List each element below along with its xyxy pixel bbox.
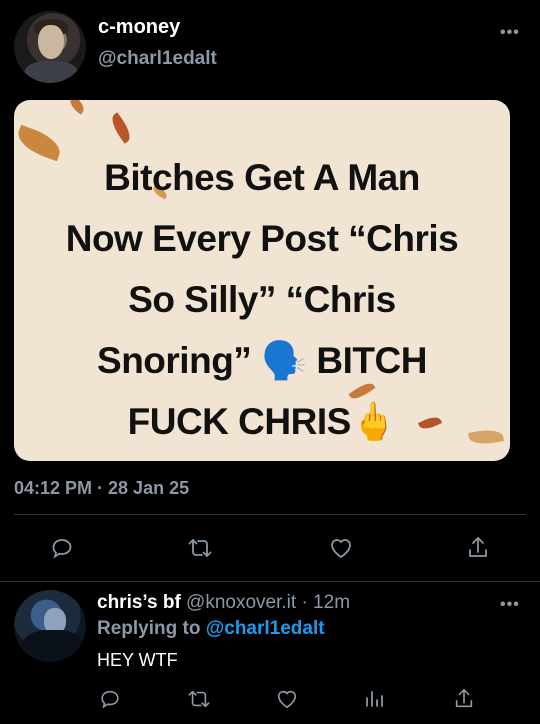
meme-line: Bitches Get A Man — [104, 157, 420, 198]
reply-author-handle[interactable]: @knoxover.it — [186, 592, 296, 613]
retweet-icon[interactable] — [187, 536, 213, 560]
divider — [14, 514, 526, 515]
avatar-body — [22, 630, 84, 662]
replying-to-handle[interactable]: @charl1edalt — [206, 618, 325, 639]
meme-line: FUCK CHRIS🖕 — [127, 401, 397, 442]
meme-line: So Silly” “Chris — [128, 279, 396, 320]
reply-author-name[interactable]: chris’s bf — [97, 592, 181, 613]
meme-caption: Bitches Get A Man Now Every Post “Chris … — [14, 147, 510, 452]
avatar[interactable] — [14, 11, 86, 83]
meme-line: Now Every Post “Chris — [65, 218, 459, 259]
more-options-icon[interactable]: ••• — [500, 24, 520, 42]
leaf-decoration — [66, 100, 88, 115]
replying-to: Replying to @charl1edalt — [97, 618, 325, 640]
leaf-decoration — [107, 112, 135, 144]
reply-more-options-icon[interactable]: ••• — [500, 596, 520, 614]
analytics-icon[interactable] — [363, 688, 385, 710]
divider — [0, 581, 540, 582]
reply-header: chris’s bf @knoxover.it · 12m — [97, 592, 350, 614]
avatar-face — [38, 25, 64, 59]
avatar-shirt — [24, 61, 78, 83]
replying-to-label: Replying to — [97, 618, 201, 639]
reply-icon[interactable] — [99, 688, 121, 710]
reply-time: · 12m — [301, 592, 351, 613]
reply-avatar[interactable] — [14, 590, 86, 662]
reply-icon[interactable] — [50, 536, 74, 560]
tweet-image[interactable]: Bitches Get A Man Now Every Post “Chris … — [14, 100, 510, 461]
meme-line: Snoring” 🗣️ BITCH — [97, 340, 427, 381]
tweet-timestamp[interactable]: 04:12 PM · 28 Jan 25 — [14, 478, 189, 499]
like-icon[interactable] — [328, 536, 354, 560]
author-handle[interactable]: @charl1edalt — [98, 48, 217, 70]
retweet-icon[interactable] — [187, 688, 211, 710]
share-icon[interactable] — [453, 687, 475, 711]
like-icon[interactable] — [275, 688, 299, 710]
share-icon[interactable] — [466, 535, 490, 561]
reply-text: HEY WTF — [97, 650, 178, 670]
author-name[interactable]: c-money — [98, 16, 180, 39]
